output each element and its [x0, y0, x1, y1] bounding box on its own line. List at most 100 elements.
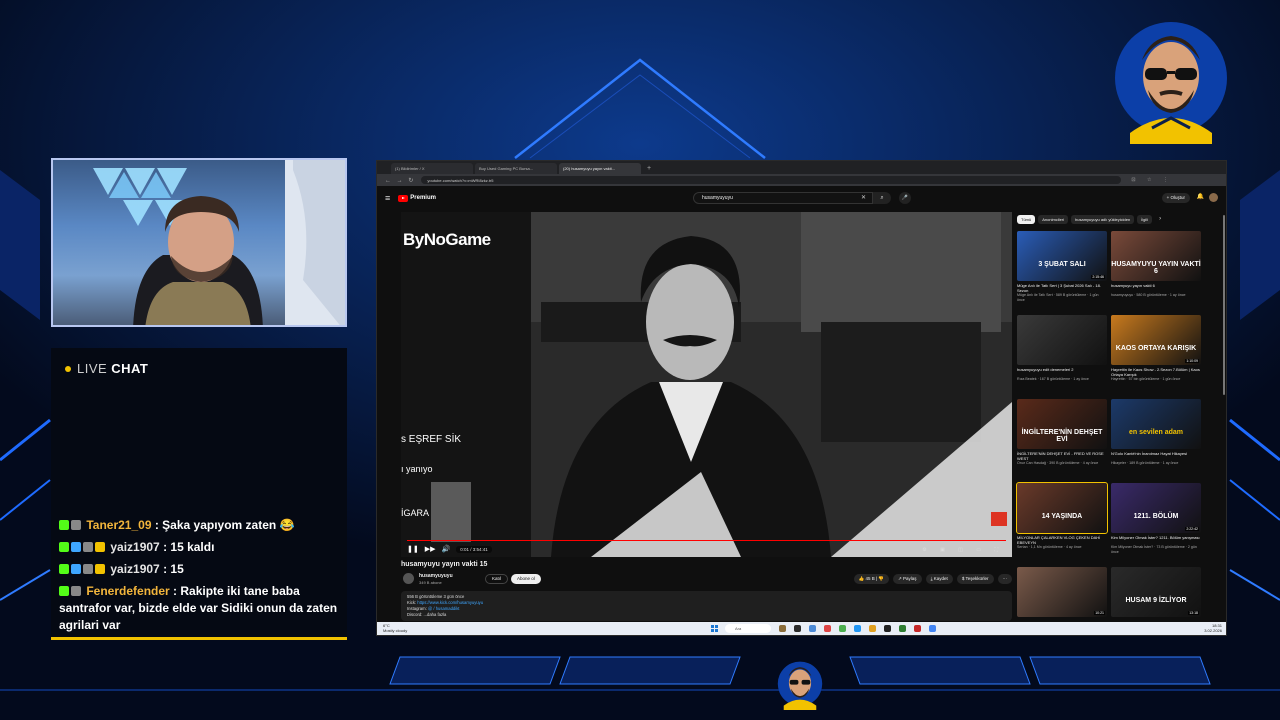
recommendation-title[interactable]: husamyuyuyu edit denemeleri 2 [1017, 367, 1107, 377]
video-thumbnail[interactable]: KAOS ORTAYA KARIŞIK 1:10:09 [1111, 315, 1201, 365]
player-right-controls[interactable]: ⚙ ▣ ◫ ▭ ⛶ [922, 547, 1004, 553]
thanks-button[interactable]: $ Teşekkürler [956, 574, 994, 584]
video-thumbnail[interactable]: HUSAM 9 İZLİYOR 13:18 [1111, 567, 1201, 617]
windows-start-icon[interactable] [711, 625, 718, 632]
channel-name[interactable]: husamyuyuyu [419, 573, 453, 579]
recommendation-title[interactable]: Kim Milyoner Olmak İster? 1211. Bölüm ya… [1111, 535, 1201, 545]
subscribe-button[interactable]: Abone ol [511, 574, 541, 584]
video-thumbnail[interactable]: 14 YAŞINDA [1016, 482, 1108, 534]
chip-all[interactable]: Tümü [1017, 215, 1036, 224]
recommendation-card[interactable]: HUSAMYUYU YAYIN VAKTİ 6 husamyuyu yayın v… [1111, 231, 1201, 298]
recommendation-title[interactable]: MİLYONLAR ÇALARKEN VLOG ÇEKEN DAHİ EBEVE… [1017, 535, 1107, 545]
recommendation-card[interactable]: KAOS ORTAYA KARIŞIK 1:10:09 Hayrettin ile … [1111, 315, 1201, 382]
channel-avatar[interactable] [403, 573, 414, 584]
description-more[interactable]: Discord: ...daha fazla [407, 612, 1006, 618]
thumbnail-text: İNGİLTERE'NİN DEHŞET EVİ [1021, 429, 1103, 443]
browser-tab-active[interactable]: (20) husamyuyu yayın vakti... [559, 163, 641, 174]
recommendation-title[interactable]: N'Golo Kanté'nin İnanılmaz Hayat Hikayes… [1111, 451, 1201, 461]
recommendation-card[interactable]: HUSAM 9 İZLİYOR 13:18 [1111, 567, 1201, 629]
weather-widget[interactable]: 6°C Mostly cloudy [383, 623, 443, 633]
notifications-bell-icon[interactable]: 🔔 [1197, 193, 1204, 200]
chat-username[interactable]: Fenerdefender [86, 584, 169, 598]
pause-icon[interactable]: ❚❚ [407, 545, 419, 553]
menu-icon[interactable]: ≡ [385, 193, 390, 203]
kick-link[interactable]: https://www.kick.com/husamyuyuyu [417, 600, 483, 605]
video-player[interactable]: ByNoGame s EŞREF SİK ı yanıyo İGARA ❚❚ ▶… [401, 212, 1012, 557]
video-thumbnail[interactable]: 1211. BÖLÜM 2:22:42 [1111, 483, 1201, 533]
chat-separator: : [159, 540, 171, 554]
taskbar-app-icon[interactable] [914, 625, 921, 632]
taskbar-app-icon[interactable] [929, 625, 936, 632]
share-button[interactable]: ↗ Paylaş [893, 574, 922, 584]
volume-icon[interactable]: 🔊 [442, 545, 451, 553]
recommendation-card[interactable]: husamyuyuyu edit denemeleri 2 Rıza Beatek… [1017, 315, 1107, 382]
browser-toolbar-icons[interactable]: ⊡ ☆ ⋮ [1131, 177, 1172, 183]
recommendation-chips: Tümü Anonimcileri husamyuyuyu adlı yükle… [1017, 215, 1161, 225]
search-button[interactable]: ⌕ [873, 192, 891, 204]
mic-icon[interactable]: 🎤 [899, 192, 911, 204]
thumbnail-text: en sevilen adam [1128, 429, 1184, 436]
chat-username[interactable]: yaiz1907 [110, 562, 159, 576]
recommendation-title[interactable]: Müge Anlı ile Tatlı Sert | 3 Şubat 2026 … [1017, 283, 1107, 293]
chevron-right-icon[interactable]: › [1159, 215, 1161, 225]
video-thumbnail[interactable]: HUSAMYUYU YAYIN VAKTİ 6 [1111, 231, 1201, 281]
video-description[interactable]: 556 B görüntüleme 3 gün önce Kick: https… [401, 591, 1012, 621]
save-button[interactable]: ⤓ Kaydet [925, 574, 953, 584]
video-duration: 2:22:42 [1185, 527, 1199, 531]
taskbar-app-icon[interactable] [869, 625, 876, 632]
taskbar-app-icon[interactable] [824, 625, 831, 632]
chip[interactable]: İlgili [1137, 215, 1153, 224]
recommendation-card[interactable]: 3 ŞUBAT SALI 2:15:46 Müge Anlı ile Tatlı S… [1017, 231, 1107, 302]
video-duration: 13:18 [1188, 611, 1199, 615]
instagram-link[interactable]: @ / husamaddikt [428, 606, 459, 611]
recommendation-card[interactable]: en sevilen adam N'Golo Kanté'nin İnanılma… [1111, 399, 1201, 466]
taskbar-app-icon[interactable] [854, 625, 861, 632]
chip[interactable]: Anonimcileri [1038, 215, 1069, 224]
thumbnail-text: 14 YAŞINDA [1041, 513, 1083, 520]
video-thumbnail[interactable]: en sevilen adam [1111, 399, 1201, 449]
video-thumbnail[interactable]: 10:21 [1017, 567, 1107, 617]
video-thumbnail[interactable] [1017, 315, 1107, 365]
taskbar-app-icon[interactable] [794, 625, 801, 632]
new-tab-button[interactable]: + [647, 163, 651, 174]
account-avatar[interactable] [1209, 193, 1218, 202]
video-thumbnail[interactable]: İNGİLTERE'NİN DEHŞET EVİ [1017, 399, 1107, 449]
scrollbar[interactable] [1223, 215, 1225, 395]
recommendation-card[interactable]: 10:21 [1017, 567, 1107, 629]
user-badge-icon [83, 564, 93, 574]
taskbar-search[interactable]: Ara [725, 624, 771, 633]
taskbar-app-icons [779, 625, 944, 632]
recommendation-title[interactable]: Hayrettin ile Kaos Show - 2.Sezon 7.Bölü… [1111, 367, 1201, 377]
chat-username[interactable]: Taner21_09 [86, 518, 151, 532]
taskbar-app-icon[interactable] [899, 625, 906, 632]
clear-search-icon[interactable]: ✕ [861, 194, 866, 201]
next-icon[interactable]: ▶▶ [425, 545, 436, 553]
nav-buttons[interactable]: ← → ↻ [385, 177, 415, 184]
taskbar-app-icon[interactable] [809, 625, 816, 632]
more-actions-button[interactable]: ⋯ [997, 574, 1012, 584]
gift-badge-icon [95, 564, 105, 574]
recommendation-card[interactable]: 1211. BÖLÜM 2:22:42 Kim Milyoner Olmak İst… [1111, 483, 1201, 554]
taskbar-clock[interactable]: 18:31 3.02.2026 [1204, 623, 1222, 633]
kick-badge-icon [59, 564, 69, 574]
taskbar-app-icon[interactable] [779, 625, 786, 632]
recommendation-card[interactable]: 14 YAŞINDA MİLYONLAR ÇALARKEN VLOG ÇEKEN … [1016, 482, 1108, 550]
search-input[interactable]: husamyuyuyu ✕ [693, 192, 873, 204]
taskbar-app-icon[interactable] [884, 625, 891, 632]
video-thumbnail[interactable]: 3 ŞUBAT SALI 2:15:46 [1017, 231, 1107, 281]
url-field[interactable]: youtube.com/watch?v=mWRI8zkz.tr5 [421, 176, 1122, 184]
chip[interactable]: husamyuyuyu adlı yükleyiciden [1071, 215, 1135, 224]
recommendation-title[interactable]: İNGİLTERE'NİN DEHŞET EVİ - FRED VE ROSE … [1017, 451, 1107, 461]
join-button[interactable]: Katıl [485, 574, 509, 584]
recommendation-title[interactable]: husamyuyu yayın vakti 6 [1111, 283, 1201, 293]
like-dislike-button[interactable]: 👍 45 B | 👎 [853, 574, 890, 584]
browser-tab[interactable]: Buy Used Gaming PC Bursa... [475, 163, 557, 174]
chat-username[interactable]: yaiz1907 [110, 540, 159, 554]
chat-label: CHAT [111, 361, 149, 376]
create-button[interactable]: + Oluştur [1161, 193, 1190, 203]
browser-tab[interactable]: (1) Bildirimler / X [391, 163, 473, 174]
user-badge-icon [71, 520, 81, 530]
taskbar-app-icon[interactable] [839, 625, 846, 632]
recommendation-card[interactable]: İNGİLTERE'NİN DEHŞET EVİ İNGİLTERE'NİN DE… [1017, 399, 1107, 466]
youtube-logo[interactable]: Premium [398, 194, 436, 202]
